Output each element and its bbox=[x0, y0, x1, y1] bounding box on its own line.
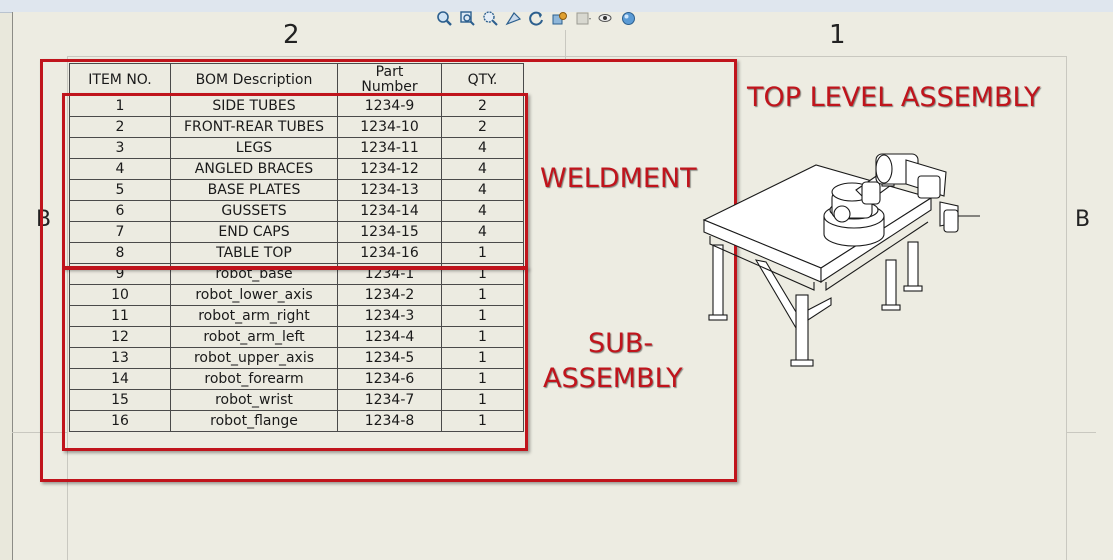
robot-table-assembly-view[interactable] bbox=[696, 150, 986, 380]
weldment-box bbox=[62, 93, 528, 269]
rotate-icon[interactable] bbox=[528, 10, 545, 27]
inner-frame-top bbox=[67, 56, 1067, 57]
section-view-icon[interactable] bbox=[505, 10, 522, 27]
zoom-area-icon[interactable] bbox=[459, 10, 476, 27]
inner-frame-right bbox=[1066, 56, 1067, 560]
previous-view-icon[interactable] bbox=[482, 10, 499, 27]
sub-assembly-label-line1: SUB- bbox=[588, 328, 654, 359]
weldment-label: WELDMENT bbox=[540, 163, 697, 194]
sub-assembly-box bbox=[62, 267, 528, 451]
display-style-icon[interactable] bbox=[551, 10, 568, 27]
zone-divider-right-horizontal bbox=[1066, 432, 1096, 433]
zone-label-top-1: 1 bbox=[829, 20, 846, 50]
appearance-icon[interactable] bbox=[620, 10, 637, 27]
top-level-assembly-label: TOP LEVEL ASSEMBLY bbox=[747, 82, 1041, 113]
zone-label-top-2: 2 bbox=[283, 20, 300, 50]
hide-show-icon[interactable] bbox=[574, 10, 591, 27]
heads-up-view-toolbar bbox=[436, 8, 637, 28]
zoom-to-fit-icon[interactable] bbox=[436, 10, 453, 27]
zone-label-right-b: B bbox=[1075, 207, 1091, 232]
view-setting-icon[interactable] bbox=[597, 10, 614, 27]
robot-wrist-flange bbox=[939, 201, 980, 233]
sub-assembly-label-line2: ASSEMBLY bbox=[543, 363, 683, 394]
